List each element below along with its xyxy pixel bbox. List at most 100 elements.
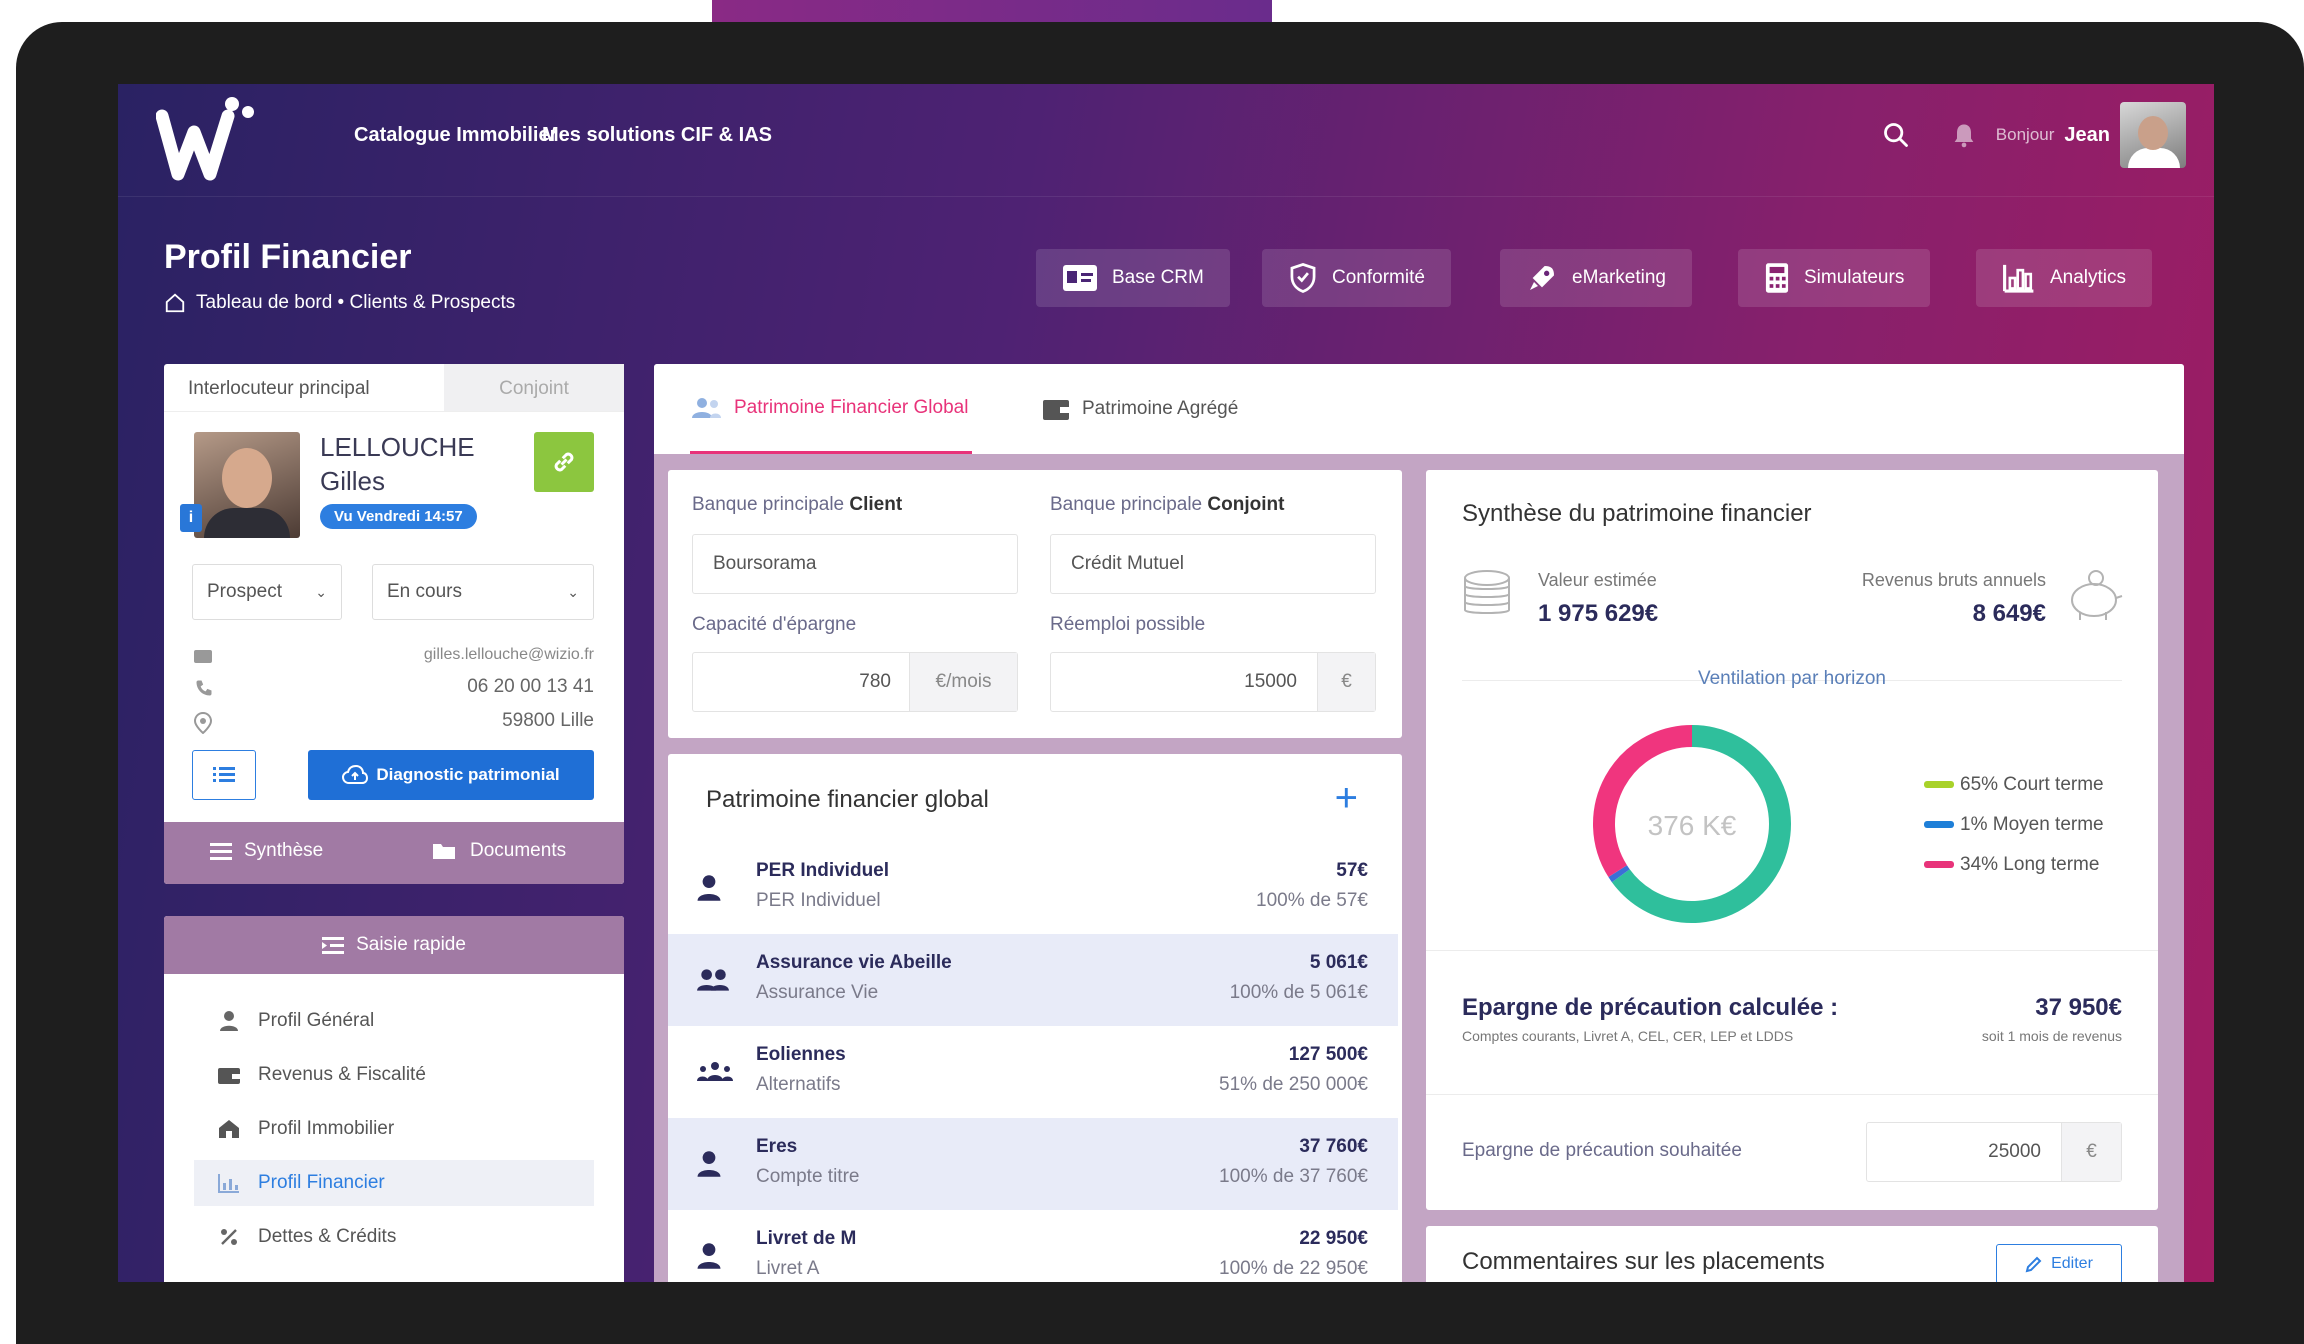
quick-item-profil-immobilier[interactable]: Profil Immobilier <box>194 1106 594 1152</box>
module-label: eMarketing <box>1572 267 1666 288</box>
info-badge-icon[interactable]: i <box>180 504 202 532</box>
user-avatar[interactable] <box>2120 102 2186 168</box>
table-row[interactable]: Livret de M Livret A 22 950€ 100% de 22 … <box>668 1210 1398 1282</box>
nav-right: Bonjour Jean <box>1882 100 2186 170</box>
client-last-name: LELLOUCHE <box>320 432 475 462</box>
legend-swatch <box>1924 861 1954 869</box>
client-card-footer: Synthèse Documents <box>164 822 624 884</box>
phone-icon <box>196 680 212 696</box>
patrimoine-list-card: Patrimoine financier global + PER Indivi… <box>668 754 1402 1282</box>
wished-label: Epargne de précaution souhaitée <box>1462 1140 1742 1161</box>
row-amount: 5 061€ <box>1309 952 1368 973</box>
tab-conjoint[interactable]: Conjoint <box>444 364 624 411</box>
two-users-icon <box>697 969 729 991</box>
folder-icon <box>433 844 455 859</box>
client-card: Interlocuteur principal Conjoint i LELLO… <box>164 364 624 884</box>
ventilation-label: Ventilation par horizon <box>1697 668 1886 689</box>
list-view-button[interactable] <box>192 750 256 800</box>
comments-title: Commentaires sur les placements <box>1462 1248 1825 1275</box>
users-icon <box>692 397 721 418</box>
breadcrumb[interactable]: Tableau de bord • Clients & Prospects <box>164 292 515 314</box>
row-share: 100% de 37 760€ <box>1219 1166 1368 1187</box>
shield-check-icon <box>1290 263 1316 293</box>
row-name: Eres <box>756 1136 798 1157</box>
capacity-input[interactable]: 780 €/mois <box>692 652 1018 712</box>
status-select[interactable]: Prospect ⌄ <box>192 564 342 620</box>
row-type: Alternatifs <box>756 1074 841 1095</box>
bank-card: Banque principale Client Banque principa… <box>668 470 1402 738</box>
synthese-link[interactable]: Synthèse <box>210 840 323 862</box>
bell-icon[interactable] <box>1950 121 1978 149</box>
bank-conjoint-input[interactable]: Crédit Mutuel <box>1050 534 1376 594</box>
quick-item-dettes[interactable]: Dettes & Crédits <box>194 1214 594 1260</box>
table-row[interactable]: Eres Compte titre 37 760€ 100% de 37 760… <box>668 1118 1398 1210</box>
house-icon <box>219 1120 239 1138</box>
diagnostic-button[interactable]: Diagnostic patrimonial <box>308 750 594 800</box>
table-row[interactable]: PER Individuel PER Individuel 57€ 100% d… <box>668 842 1398 934</box>
client-email[interactable]: gilles.lellouche@wizio.fr <box>424 646 594 664</box>
row-name: Livret de M <box>756 1228 857 1249</box>
home-icon <box>165 293 185 313</box>
capacity-label: Capacité d'épargne <box>692 614 857 635</box>
search-icon[interactable] <box>1882 121 1910 149</box>
analytics-icon <box>2003 264 2034 293</box>
tab-patrimoine-global[interactable]: Patrimoine Financier Global <box>690 364 973 454</box>
wished-unit: € <box>2061 1123 2121 1181</box>
link-button[interactable] <box>534 432 594 492</box>
add-placement-button[interactable]: + <box>1335 776 1358 821</box>
client-photo <box>194 432 300 538</box>
quick-item-revenus[interactable]: Revenus & Fiscalité <box>194 1052 594 1098</box>
nav-catalogue-link[interactable]: Catalogue Immobilier <box>354 124 557 147</box>
decorative-band <box>712 0 1272 24</box>
group-icon <box>697 1062 733 1081</box>
bank-client-value: Boursorama <box>713 553 817 574</box>
quick-entry-title: Saisie rapide <box>356 934 466 955</box>
module-conformite-button[interactable]: Conformité <box>1262 249 1451 307</box>
wished-separator <box>1426 1094 2158 1095</box>
main-tab-bar: Patrimoine Financier Global Patrimoine A… <box>654 364 2184 454</box>
edit-label: Editer <box>2051 1255 2093 1272</box>
module-emarketing-button[interactable]: eMarketing <box>1500 249 1692 307</box>
legend-swatch <box>1924 821 1954 829</box>
bank-client-input[interactable]: Boursorama <box>692 534 1018 594</box>
income-label: Revenus bruts annuels <box>1861 570 2046 590</box>
precaution-subtitle: Comptes courants, Livret A, CEL, CER, LE… <box>1462 1028 1794 1044</box>
user-icon <box>697 1243 721 1269</box>
documents-link[interactable]: Documents <box>432 840 566 862</box>
quick-item-label: Profil Financier <box>258 1172 385 1193</box>
row-type: Livret A <box>756 1258 820 1279</box>
quick-item-profil-general[interactable]: Profil Général <box>194 998 594 1044</box>
donut-slice-long-terme <box>1593 725 1693 878</box>
quick-item-label: Profil Immobilier <box>258 1118 395 1139</box>
user-icon <box>697 1151 721 1177</box>
module-simulateurs-button[interactable]: Simulateurs <box>1738 249 1931 307</box>
reuse-input[interactable]: 15000 € <box>1050 652 1376 712</box>
module-label: Base CRM <box>1112 267 1204 288</box>
row-share: 100% de 57€ <box>1256 890 1368 911</box>
menu-icon <box>210 843 232 860</box>
nav-solutions-link[interactable]: Mes solutions CIF & IAS <box>542 124 772 147</box>
row-amount: 57€ <box>1336 860 1368 881</box>
table-row[interactable]: Eoliennes Alternatifs 127 500€ 51% de 25… <box>668 1026 1398 1118</box>
module-base-crm-button[interactable]: Base CRM <box>1036 249 1230 307</box>
legend-long-terme: 34% Long terme <box>1924 854 2099 876</box>
bank-client-label: Banque principale Client <box>692 494 903 515</box>
row-name: Eoliennes <box>756 1044 846 1065</box>
tab-interlocuteur[interactable]: Interlocuteur principal <box>164 364 444 411</box>
edit-button[interactable]: Editer <box>1996 1244 2122 1282</box>
breadcrumb-text: Tableau de bord • Clients & Prospects <box>196 292 516 313</box>
wished-input[interactable]: 25000 € <box>1866 1122 2122 1182</box>
client-phone[interactable]: 06 20 00 13 41 <box>467 676 594 698</box>
row-share: 51% de 250 000€ <box>1219 1074 1368 1095</box>
tab-patrimoine-agrege[interactable]: Patrimoine Agrégé <box>1042 364 1238 454</box>
reuse-value: 15000 <box>1244 671 1297 692</box>
module-analytics-button[interactable]: Analytics <box>1976 249 2153 307</box>
mail-icon <box>194 650 212 663</box>
list-indent-icon <box>322 937 345 954</box>
capacity-value: 780 <box>859 671 891 692</box>
quick-item-profil-financier[interactable]: Profil Financier <box>194 1160 594 1206</box>
table-row[interactable]: Assurance vie Abeille Assurance Vie 5 06… <box>668 934 1398 1026</box>
progress-value: En cours <box>387 581 462 602</box>
precaution-value: 37 950€ <box>2035 994 2122 1021</box>
progress-select[interactable]: En cours ⌄ <box>372 564 594 620</box>
